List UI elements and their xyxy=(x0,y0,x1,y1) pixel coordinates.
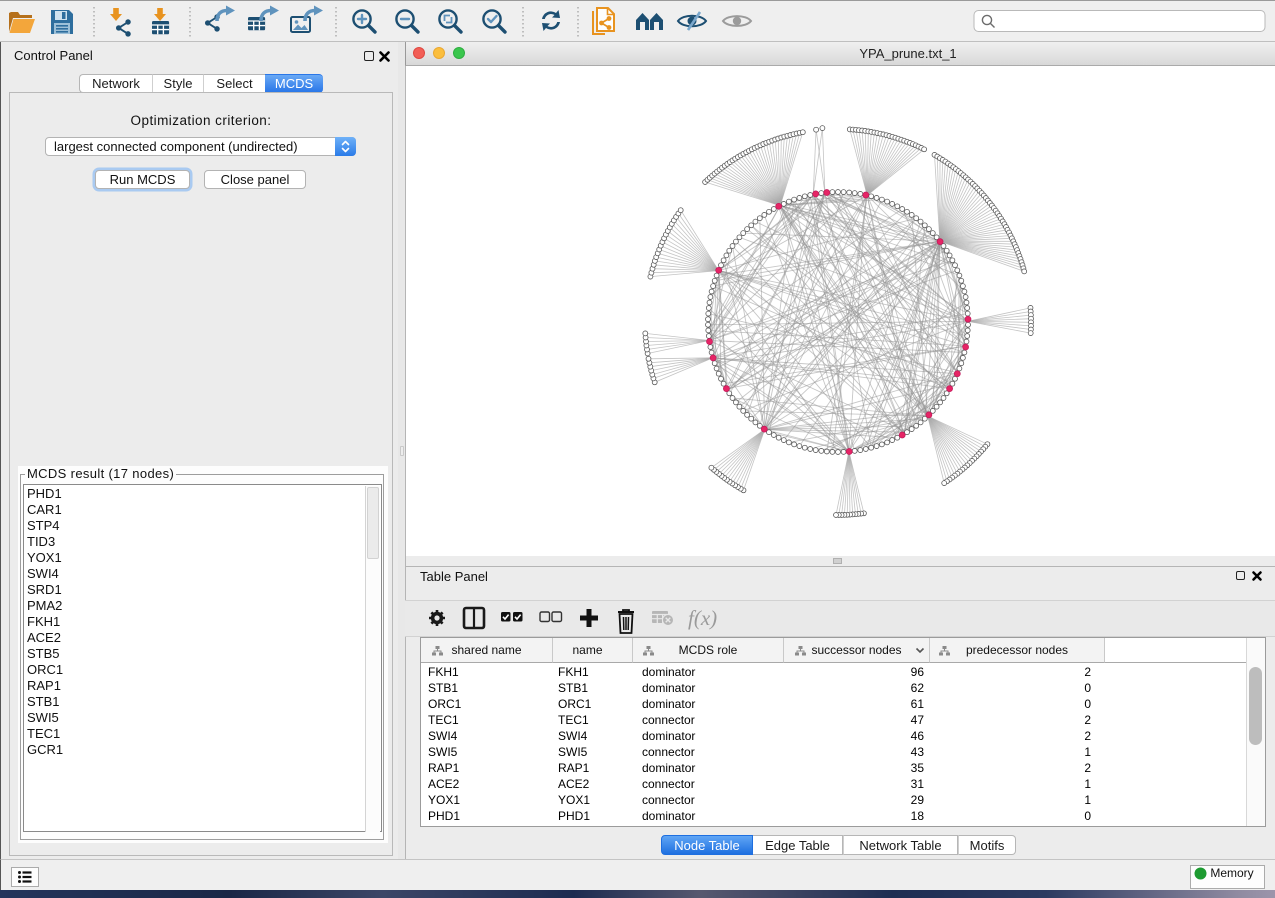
svg-text:f(x): f(x) xyxy=(688,606,717,630)
